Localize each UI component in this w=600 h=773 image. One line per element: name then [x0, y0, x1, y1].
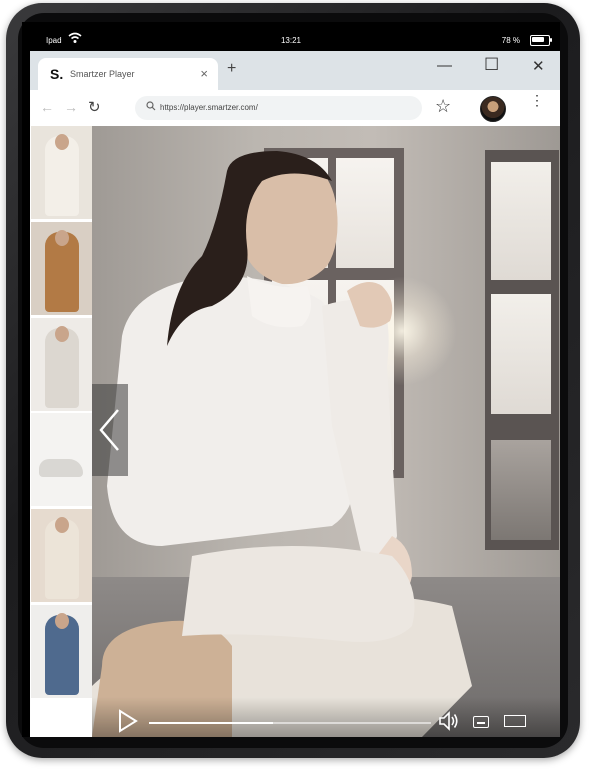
tab-smartzer-player[interactable]: S. Smartzer Player ×: [38, 58, 218, 90]
minimize-button[interactable]: —: [437, 57, 452, 74]
new-tab-button[interactable]: +: [227, 60, 236, 78]
tab-strip: S. Smartzer Player × + — ☐ ✕: [30, 51, 560, 90]
chevron-left-icon: [99, 409, 119, 451]
url-input[interactable]: [160, 103, 400, 112]
fullscreen-icon[interactable]: [504, 715, 526, 727]
status-bar: Ipad 13:21 78 %: [22, 22, 560, 52]
product-image: [45, 613, 79, 695]
browser-window: S. Smartzer Player × + — ☐ ✕ ← → ↻ https…: [30, 51, 560, 737]
battery-icon: [530, 35, 552, 46]
play-icon[interactable]: [118, 709, 138, 733]
product-thumbnail[interactable]: [31, 222, 92, 315]
video-player[interactable]: [92, 126, 560, 737]
close-window-button[interactable]: ✕: [532, 57, 545, 75]
tab-title: Smartzer Player: [70, 69, 135, 79]
product-thumbnail[interactable]: [31, 509, 92, 602]
battery-percent: 78 %: [501, 36, 520, 45]
progress-bar[interactable]: [149, 722, 431, 724]
model-head: [55, 613, 69, 629]
product-thumbnail[interactable]: [31, 318, 92, 411]
product-thumbnail[interactable]: [31, 413, 92, 506]
product-image: [39, 459, 83, 477]
product-image: [45, 230, 79, 312]
captions-icon[interactable]: [473, 716, 489, 728]
model-head: [55, 517, 69, 533]
product-image: [45, 134, 79, 216]
screen: Ipad 13:21 78 % S. Smartzer Player × + —…: [22, 22, 560, 737]
model-head: [55, 230, 69, 246]
back-button[interactable]: ←: [40, 99, 54, 115]
clock: 13:21: [280, 36, 302, 45]
model-head: [55, 326, 69, 342]
maximize-button[interactable]: ☐: [484, 55, 499, 75]
page-viewport: [30, 126, 560, 737]
browser-toolbar: ← → ↻ ☆ ⋮: [30, 90, 560, 127]
player-controls: [92, 697, 560, 737]
forward-button[interactable]: →: [64, 99, 78, 115]
model-head: [55, 134, 69, 150]
product-thumbnail[interactable]: [31, 126, 92, 219]
previous-button[interactable]: [92, 384, 128, 476]
progress-fill: [149, 722, 274, 724]
search-icon: [146, 101, 156, 111]
smartzer-favicon-icon: S.: [50, 66, 64, 82]
product-image: [45, 326, 79, 408]
product-thumbnail[interactable]: [31, 605, 92, 698]
address-bar[interactable]: [135, 96, 422, 120]
model-figure: [92, 151, 472, 737]
reload-button[interactable]: ↻: [88, 98, 101, 116]
browser-menu-button[interactable]: ⋮: [530, 93, 544, 107]
volume-icon[interactable]: [438, 711, 460, 731]
profile-avatar[interactable]: [480, 96, 506, 122]
bookmark-star-icon[interactable]: ☆: [435, 96, 451, 117]
product-rail: [30, 126, 92, 737]
ipad-frame: Ipad 13:21 78 % S. Smartzer Player × + —…: [6, 3, 580, 758]
product-image: [45, 517, 79, 599]
tab-close-icon[interactable]: ×: [200, 66, 208, 81]
